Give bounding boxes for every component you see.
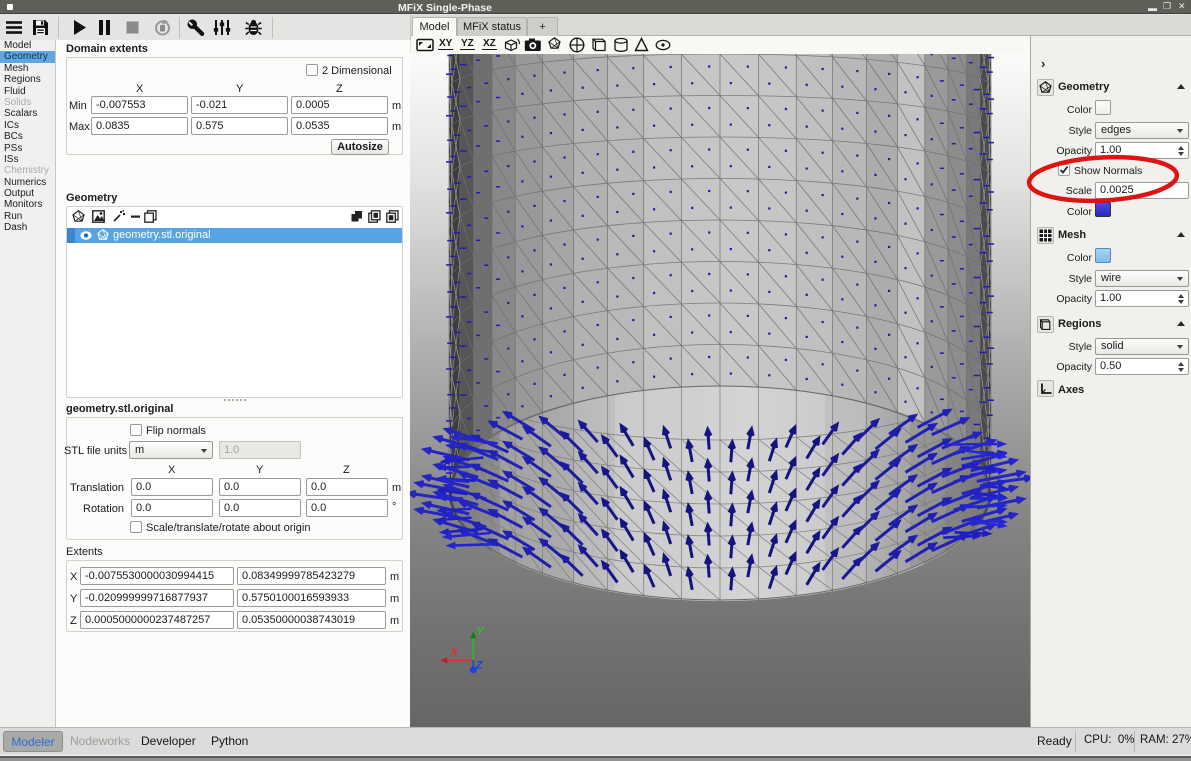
svg-text:X: X — [449, 646, 458, 658]
svg-text:Z: Z — [475, 659, 484, 671]
